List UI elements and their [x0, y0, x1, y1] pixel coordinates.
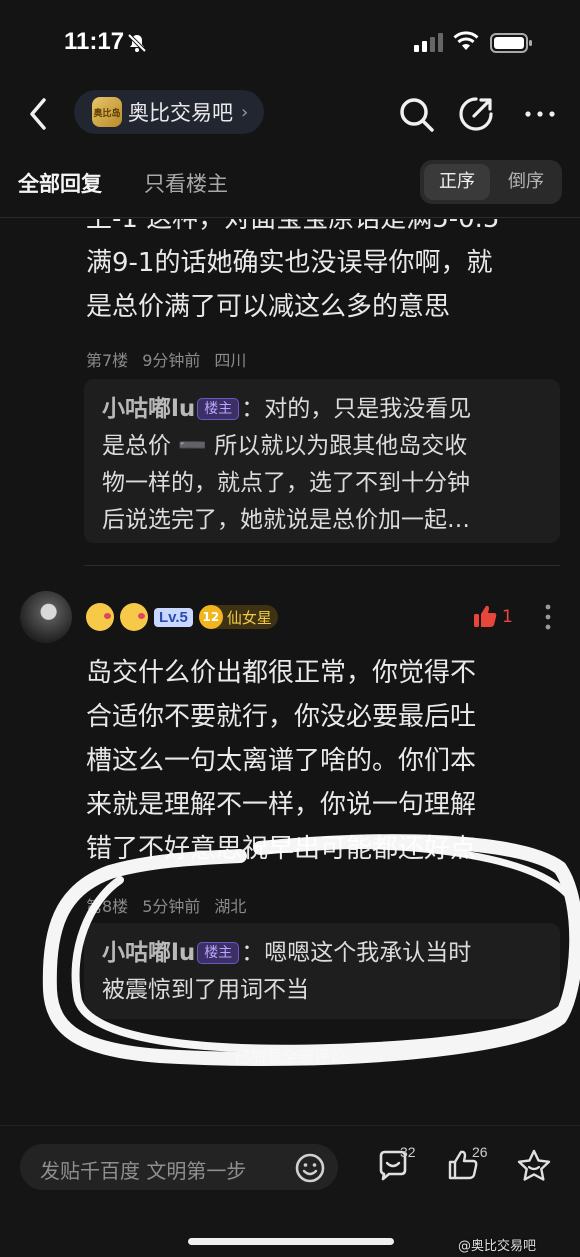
compose-input[interactable]: 发贴千百度 文明第一步 [20, 1144, 338, 1190]
forum-name: 奥比交易吧 [128, 101, 233, 125]
kiss-emoji-icon [86, 603, 114, 631]
back-arrow-icon[interactable] [22, 92, 58, 136]
bell-muted-icon [127, 33, 147, 53]
op-badge: 楼主 [197, 398, 240, 420]
tab-all-replies[interactable]: 全部回复 [18, 168, 102, 198]
more-vertical-icon[interactable] [540, 603, 556, 631]
status-time: 11:17 [64, 28, 125, 55]
forum-header-pill[interactable]: 奥比岛 奥比交易吧 › [74, 90, 265, 134]
floor8-line: 合适你不要就行，你没必要最后吐 [86, 702, 477, 732]
reply-line: 后说选完了，她就说是总价加一起… [102, 507, 470, 533]
battery-icon [490, 33, 532, 53]
op-badge: 楼主 [197, 942, 240, 964]
sort-descending-button[interactable]: 倒序 [494, 164, 558, 200]
floor8-line: 错了不好意思祝早出可能都还好点 [86, 834, 477, 864]
reply-line: 是总价 ➖ 所以就以为跟其他岛交收 [102, 433, 468, 459]
reply-filter-bar: 全部回复 只看楼主 正序 倒序 [0, 144, 580, 218]
divider [84, 565, 560, 566]
floor8-line: 来就是理解不一样，你说一句理解 [86, 790, 477, 820]
floor8-meta: 第8楼 5分钟前 湖北 [86, 893, 260, 917]
compose-placeholder: 发贴千百度 文明第一步 [40, 1159, 247, 1183]
reply-text: ：嗯嗯这个我承认当时 [241, 940, 472, 966]
floor7-sub-reply[interactable]: 小咕嘟lu 楼主 ：对的，只是我没看见 是总价 ➖ 所以就以为跟其他岛交收 物一样的… [84, 379, 560, 543]
comment-count: 32 [400, 1144, 416, 1160]
reply-line: 物一样的，就点了，选了不到十分钟 [102, 470, 470, 496]
sort-order-toggle: 正序 倒序 [420, 160, 562, 204]
star-favorite-icon[interactable] [516, 1148, 552, 1182]
wifi-icon [453, 31, 479, 50]
title-badge: 12 仙女星 [198, 605, 278, 629]
fairy-level-icon: 12 [198, 605, 223, 629]
replies-list: 上-1 这种，对面宝宝原话是满5-0.5 满9-1的话她确实也没误导你啊，就 是总价… [0, 219, 580, 1119]
watermark: @奥比交易吧 [458, 1239, 537, 1254]
reply-author[interactable]: 小咕嘟lu [102, 396, 195, 422]
floor7-meta: 第7楼 9分钟前 四川 [86, 347, 260, 371]
post-location: 四川 [214, 351, 247, 370]
reply-text: ：对的，只是我没看见 [241, 396, 472, 422]
like-count: 1 [502, 607, 513, 627]
home-indicator[interactable] [188, 1238, 394, 1245]
floor7-line: 满9-1的话她确实也没误导你啊，就 [86, 248, 493, 278]
search-icon[interactable] [396, 94, 436, 134]
floor8-line: 槽这么一句太离谱了啥的。你们本 [86, 746, 477, 776]
floor-number: 第8楼 [86, 897, 129, 916]
floor8-sub-reply[interactable]: 小咕嘟lu 楼主 ：嗯嗯这个我承认当时 被震惊到了用词不当 [84, 923, 560, 1019]
forum-avatar: 奥比岛 [92, 97, 122, 127]
reply-line: 被震惊到了用词不当 [102, 977, 309, 1003]
reply-author[interactable]: 小咕嘟lu [102, 940, 195, 966]
like-total-count: 26 [472, 1144, 488, 1160]
thumbs-up-icon[interactable] [472, 603, 498, 629]
floor8-text: 岛交什么价出都很正常，你觉得不 合适你不要就行，你没必要最后吐 槽这么一句太离谱了啥… [86, 651, 476, 871]
floor-number: 第7楼 [86, 351, 129, 370]
share-icon[interactable] [456, 94, 496, 134]
chevron-right-icon: › [241, 101, 249, 123]
status-bar: 11:17 [0, 0, 580, 86]
post-time: 5分钟前 [142, 897, 201, 916]
user-badges: Lv.5 12 仙女星 [86, 603, 278, 631]
post-time: 9分钟前 [142, 351, 201, 370]
kiss-emoji-icon [120, 603, 148, 631]
nav-bar: 奥比岛 奥比交易吧 › [0, 86, 580, 144]
title-badge-label: 仙女星 [226, 608, 272, 627]
level-badge: Lv.5 [154, 607, 193, 627]
emoji-icon[interactable] [294, 1152, 326, 1184]
sort-ascending-button[interactable]: 正序 [424, 164, 490, 200]
avatar[interactable] [20, 591, 72, 643]
tab-only-op[interactable]: 只看楼主 [144, 168, 228, 198]
floor7-text: 上-1 这种，对面宝宝原话是满5-0.5 满9-1的话她确实也没误导你啊，就 是总价… [86, 219, 499, 329]
floor8-line: 岛交什么价出都很正常，你觉得不 [86, 658, 477, 688]
loaded-all-label: 已加载全部评论 [233, 1047, 346, 1066]
floor7-line: 是总价满了可以减这么多的意思 [86, 292, 451, 322]
floor7-line: 上-1 这种，对面宝宝原话是满5-0.5 [86, 219, 500, 234]
more-horizontal-icon[interactable] [520, 94, 560, 134]
post-location: 湖北 [214, 897, 247, 916]
cellular-signal-icon [414, 33, 443, 52]
